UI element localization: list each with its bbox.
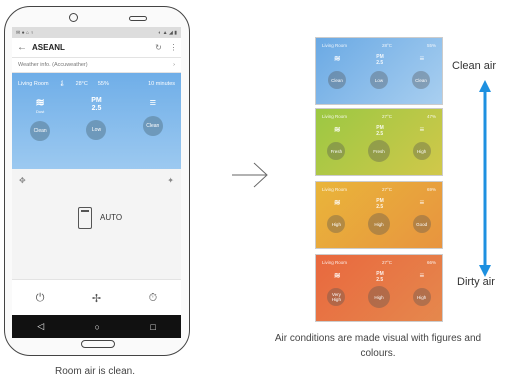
- metric-pm25[interactable]: PM 2.5 Low: [76, 97, 116, 141]
- card-humidity: 66%: [426, 260, 436, 265]
- nav-recents-icon[interactable]: □: [150, 322, 155, 332]
- pm25-icon: PM 2.5: [376, 54, 384, 66]
- arrow-right-icon: [232, 162, 268, 188]
- mode-label[interactable]: AUTO: [100, 213, 122, 222]
- front-camera: [69, 13, 78, 22]
- fan-icon[interactable]: ✢: [92, 292, 101, 305]
- metric-level-badge: Clean: [142, 116, 163, 136]
- level-badge: Low: [370, 71, 388, 89]
- explanation-note: Air conditions are made visual with figu…: [274, 333, 482, 359]
- dust-icon: ≋: [333, 198, 341, 207]
- pm25-icon: PM 2.5: [91, 97, 102, 112]
- card-humidity: 55%: [426, 43, 436, 48]
- level-badge: High: [412, 142, 431, 160]
- app-screen: ✉ ● ⌂ ♀ ◐ ▲ ◢ ▮ ← ASEANL ↻ ⋮ Weather inf…: [12, 27, 181, 338]
- weather-info-row[interactable]: Weather info. (Accuweather) ›: [12, 58, 181, 73]
- refresh-icon[interactable]: ↻: [151, 43, 166, 52]
- status-card-fresh: Living Room 27°C 47% ≋ PM 2.5 ≡ Fresh Fresh H…: [315, 108, 443, 176]
- metrics-row: ≋ Dust Clean PM 2.5 Low ≡ Clean: [12, 97, 181, 141]
- level-badge: Fresh: [367, 140, 390, 162]
- pm25-icon: PM 2.5: [376, 125, 384, 137]
- clean-air-label: Clean air: [452, 60, 497, 72]
- dust-icon: ≋: [333, 54, 341, 63]
- power-icon[interactable]: ⏻: [36, 292, 45, 305]
- status-card-moderate: Living Room 27°C 69% ≋ PM 2.5 ≡ High High Goo…: [315, 181, 443, 249]
- level-badge: Clean: [412, 71, 430, 89]
- dust-icon: ≋: [333, 271, 341, 280]
- room-info-row: Living Room 🌡 28°C 55% 10 minutes: [12, 73, 181, 87]
- pm25-icon: PM 2.5: [376, 271, 384, 283]
- weather-info-label: Weather info. (Accuweather): [18, 62, 88, 68]
- card-temp: 27°C: [381, 187, 393, 192]
- gas-icon: ≡: [419, 198, 425, 207]
- level-badge: Clean: [328, 71, 346, 89]
- air-quality-scale-arrow: [479, 80, 491, 277]
- nav-back-icon[interactable]: ◁: [37, 321, 44, 332]
- status-card-dirty: Living Room 27°C 66% ≋ PM 2.5 ≡ Very High Hig…: [315, 254, 443, 322]
- nav-home-icon[interactable]: ○: [95, 322, 100, 332]
- phone-mockup: ✉ ● ⌂ ♀ ◐ ▲ ◢ ▮ ← ASEANL ↻ ⋮ Weather inf…: [4, 6, 190, 356]
- level-badge: High: [327, 215, 346, 233]
- thermometer-icon: 🌡: [58, 81, 66, 87]
- phone-caption: Room air is clean.: [54, 366, 136, 377]
- gas-icon: ≡: [419, 271, 425, 280]
- level-badge: Very High: [327, 288, 346, 306]
- card-temp: 28°C: [381, 43, 393, 48]
- more-menu-icon[interactable]: ⋮: [166, 43, 181, 52]
- device-control-area: ✥ ✦ AUTO: [12, 169, 181, 282]
- card-room: Living Room: [322, 260, 348, 265]
- gas-icon: ≡: [419, 54, 425, 63]
- level-badge: High: [412, 288, 431, 306]
- earpiece-speaker: [129, 16, 147, 21]
- dust-icon: ≋: [35, 97, 45, 109]
- card-room: Living Room: [322, 43, 348, 48]
- dust-icon: ≋: [333, 125, 341, 134]
- status-icons-right: ◐ ▲ ◢ ▮: [158, 29, 177, 36]
- gas-icon: ≡: [419, 125, 425, 134]
- metric-level-badge: Low: [86, 120, 107, 140]
- dirty-air-label: Dirty air: [457, 276, 495, 288]
- card-humidity: 69%: [426, 187, 436, 192]
- temperature-value: 28°C: [75, 81, 88, 87]
- metric-gas[interactable]: ≡ Clean: [133, 97, 173, 141]
- boost-icon[interactable]: ✦: [167, 176, 174, 185]
- android-nav-bar: ◁ ○ □: [12, 315, 181, 338]
- app-header: ← ASEANL ↻ ⋮: [12, 38, 181, 58]
- card-humidity: 47%: [426, 114, 436, 119]
- air-quality-panel: Living Room 🌡 28°C 55% 10 minutes ≋ Dust…: [12, 73, 181, 169]
- metric-dust[interactable]: ≋ Dust Clean: [20, 97, 60, 141]
- status-bar: ✉ ● ⌂ ♀ ◐ ▲ ◢ ▮: [12, 27, 181, 38]
- metric-label: Dust: [36, 109, 45, 114]
- card-temp: 27°C: [381, 114, 393, 119]
- gas-icon: ≡: [149, 97, 157, 109]
- status-icons-left: ✉ ● ⌂ ♀: [16, 29, 35, 36]
- level-badge: Fresh: [327, 142, 346, 160]
- pm25-icon: PM 2.5: [376, 198, 384, 210]
- card-temp: 27°C: [381, 260, 393, 265]
- back-arrow-icon[interactable]: ←: [12, 42, 32, 53]
- room-name: Living Room: [18, 81, 49, 87]
- card-room: Living Room: [322, 187, 348, 192]
- chevron-right-icon: ›: [173, 62, 175, 68]
- control-toolbar: ⏻ ✢ ⏱: [12, 279, 181, 316]
- metric-level-badge: Clean: [30, 121, 51, 141]
- fan-speed-icon[interactable]: ✥: [19, 176, 26, 185]
- home-button: [81, 340, 115, 348]
- level-badge: Good: [412, 215, 431, 233]
- updated-time: 10 minutes: [148, 81, 175, 87]
- app-title: ASEANL: [32, 43, 65, 52]
- humidity-value: 55%: [97, 81, 109, 87]
- level-badge: High: [367, 286, 390, 308]
- air-purifier-icon: [78, 207, 92, 229]
- status-card-clean: Living Room 28°C 55% ≋ PM 2.5 ≡ Clean Low Cle…: [315, 37, 443, 105]
- timer-icon[interactable]: ⏱: [149, 292, 158, 305]
- level-badge: High: [367, 213, 390, 235]
- card-room: Living Room: [322, 114, 348, 119]
